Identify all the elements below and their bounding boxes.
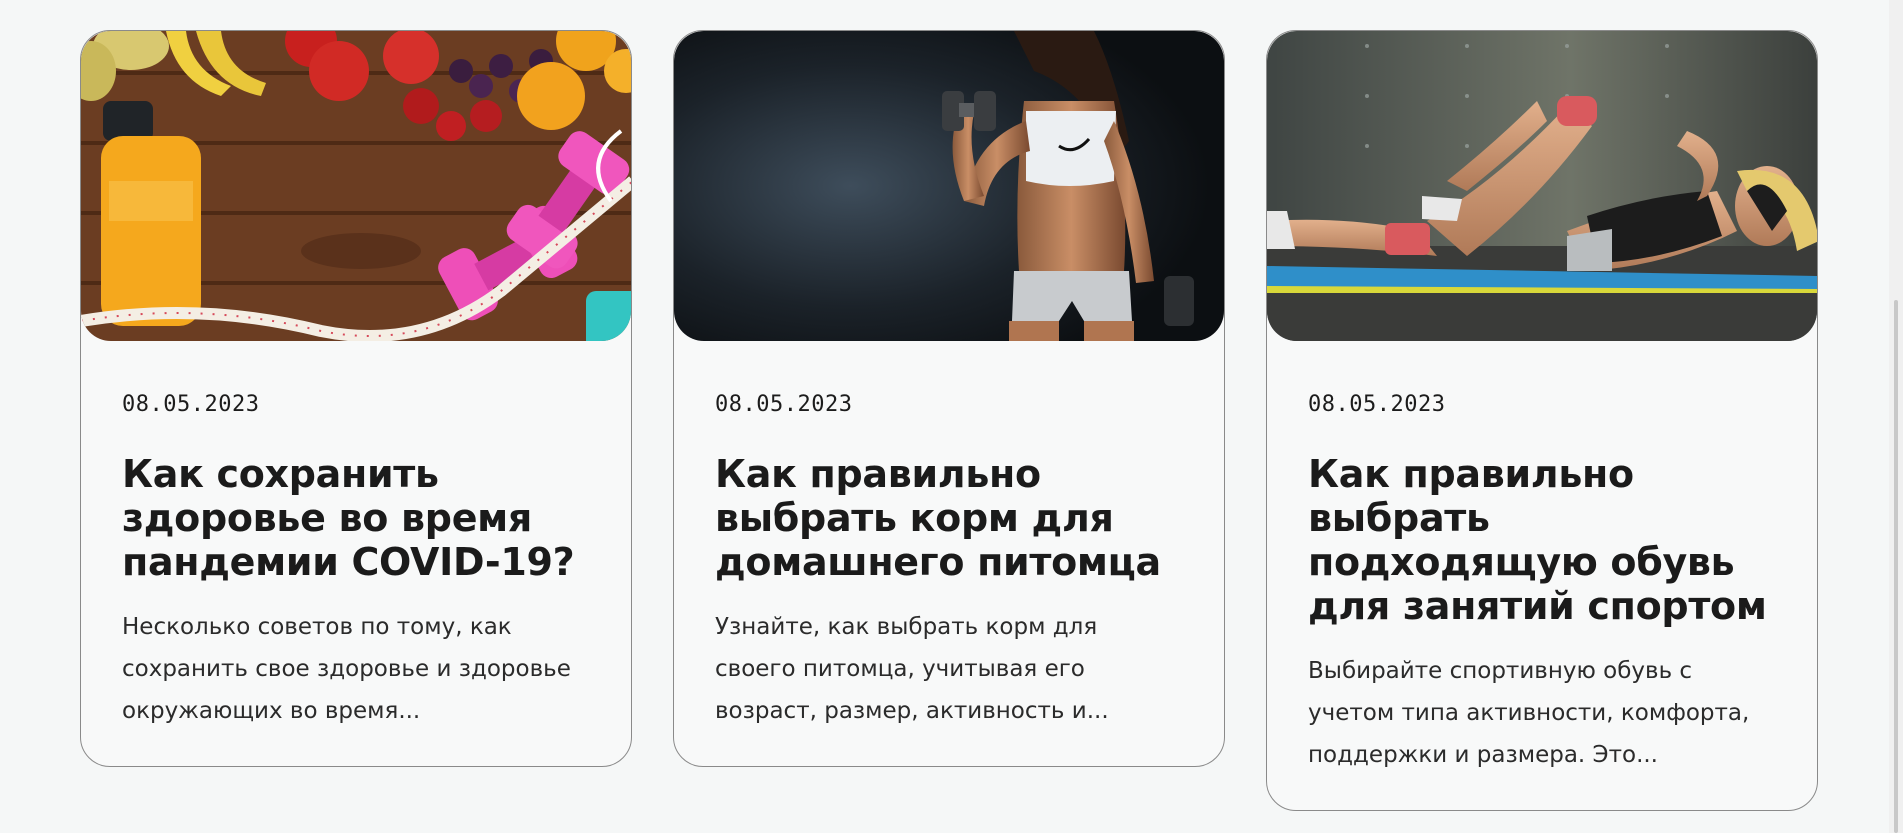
article-title[interactable]: Как правильно выбрать корм для домашнего… [715,452,1184,584]
article-image[interactable] [1267,31,1817,341]
blog-page: 08.05.2023 Как сохранить здоровье во вре… [0,0,1903,833]
article-date: 08.05.2023 [715,392,853,417]
article-excerpt: Узнайте, как выбрать корм для своего пит… [715,614,1109,724]
article-image[interactable] [674,31,1224,341]
scrollbar-thumb[interactable] [1894,300,1898,833]
article-title[interactable]: Как правильно выбрать подходящую обувь д… [1308,452,1777,628]
article-card[interactable]: 08.05.2023 Как сохранить здоровье во вре… [80,30,632,767]
article-image[interactable] [81,31,631,341]
article-date: 08.05.2023 [122,392,260,417]
article-title[interactable]: Как сохранить здоровье во время пандемии… [122,452,591,584]
article-cards: 08.05.2023 Как сохранить здоровье во вре… [80,30,1818,811]
article-date: 08.05.2023 [1308,392,1446,417]
article-excerpt: Несколько советов по тому, как сохранить… [122,614,571,724]
article-card[interactable]: 08.05.2023 Как правильно выбрать корм дл… [673,30,1225,767]
page-scrollbar[interactable] [1889,0,1903,833]
article-excerpt: Выбирайте спортивную обувь с учетом типа… [1308,658,1750,768]
article-card[interactable]: 08.05.2023 Как правильно выбрать подходя… [1266,30,1818,811]
